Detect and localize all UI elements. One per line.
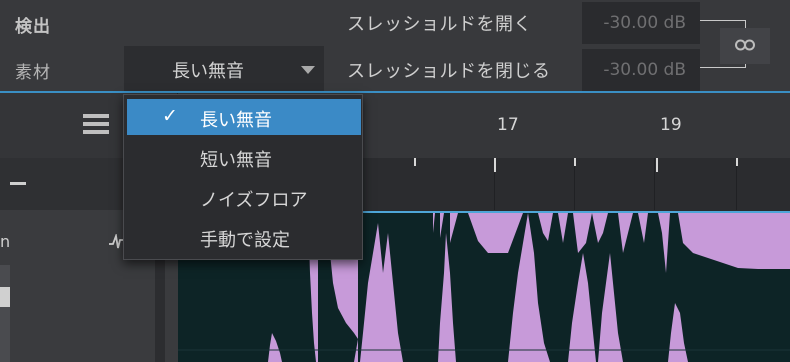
tick-mark — [494, 158, 496, 172]
track-name: n — [0, 232, 11, 251]
threshold-link-button[interactable] — [720, 28, 770, 64]
timeline-ruler: 17 19 — [0, 93, 790, 158]
tick-mark — [574, 158, 576, 166]
material-dropdown-value: 長い無音 — [172, 61, 244, 82]
menu-item-short-silence[interactable]: 短い無音 — [127, 139, 361, 175]
tick-mark — [414, 158, 416, 166]
menu-item-label: 手動で設定 — [200, 230, 290, 251]
ruler-mark-17: 17 — [497, 115, 519, 135]
threshold-close-field[interactable]: -30.00 dB — [582, 49, 700, 91]
material-dropdown[interactable]: 長い無音 — [124, 46, 324, 93]
detection-title: 検出 — [15, 17, 51, 37]
menu-item-noise-floor[interactable]: ノイズフロア — [127, 179, 361, 215]
lane-divider — [155, 258, 165, 362]
grid-line — [654, 158, 655, 210]
tick-mark — [656, 158, 658, 172]
menu-item-label: ノイズフロア — [200, 190, 308, 211]
threshold-close-value: -30.00 dB — [603, 60, 686, 80]
threshold-close-label: スレッショルドを閉じる — [347, 61, 551, 82]
threshold-open-label: スレッショルドを開く — [347, 14, 532, 35]
menu-icon[interactable] — [83, 114, 109, 138]
detection-panel: 検出 素材 長い無音 スレッショルドを開く スレッショルドを閉じる -30.00… — [0, 0, 790, 93]
check-icon: ✓ — [162, 105, 178, 127]
threshold-open-value: -30.00 dB — [603, 13, 686, 33]
minus-icon[interactable] — [10, 182, 26, 185]
track-control-strip[interactable] — [0, 265, 10, 362]
tick-mark — [736, 158, 738, 166]
link-icon — [735, 39, 755, 51]
menu-item-label: 短い無音 — [200, 150, 272, 171]
ruler-mark-19: 19 — [660, 115, 682, 135]
threshold-open-field[interactable]: -30.00 dB — [582, 2, 700, 44]
menu-item-label: 長い無音 — [200, 110, 272, 131]
menu-item-long-silence[interactable]: ✓ 長い無音 — [127, 99, 361, 135]
material-label: 素材 — [15, 63, 51, 83]
material-menu: ✓ 長い無音 短い無音 ノイズフロア 手動で設定 — [123, 94, 363, 260]
menu-item-manual[interactable]: 手動で設定 — [127, 219, 361, 255]
chevron-down-icon — [301, 66, 315, 74]
